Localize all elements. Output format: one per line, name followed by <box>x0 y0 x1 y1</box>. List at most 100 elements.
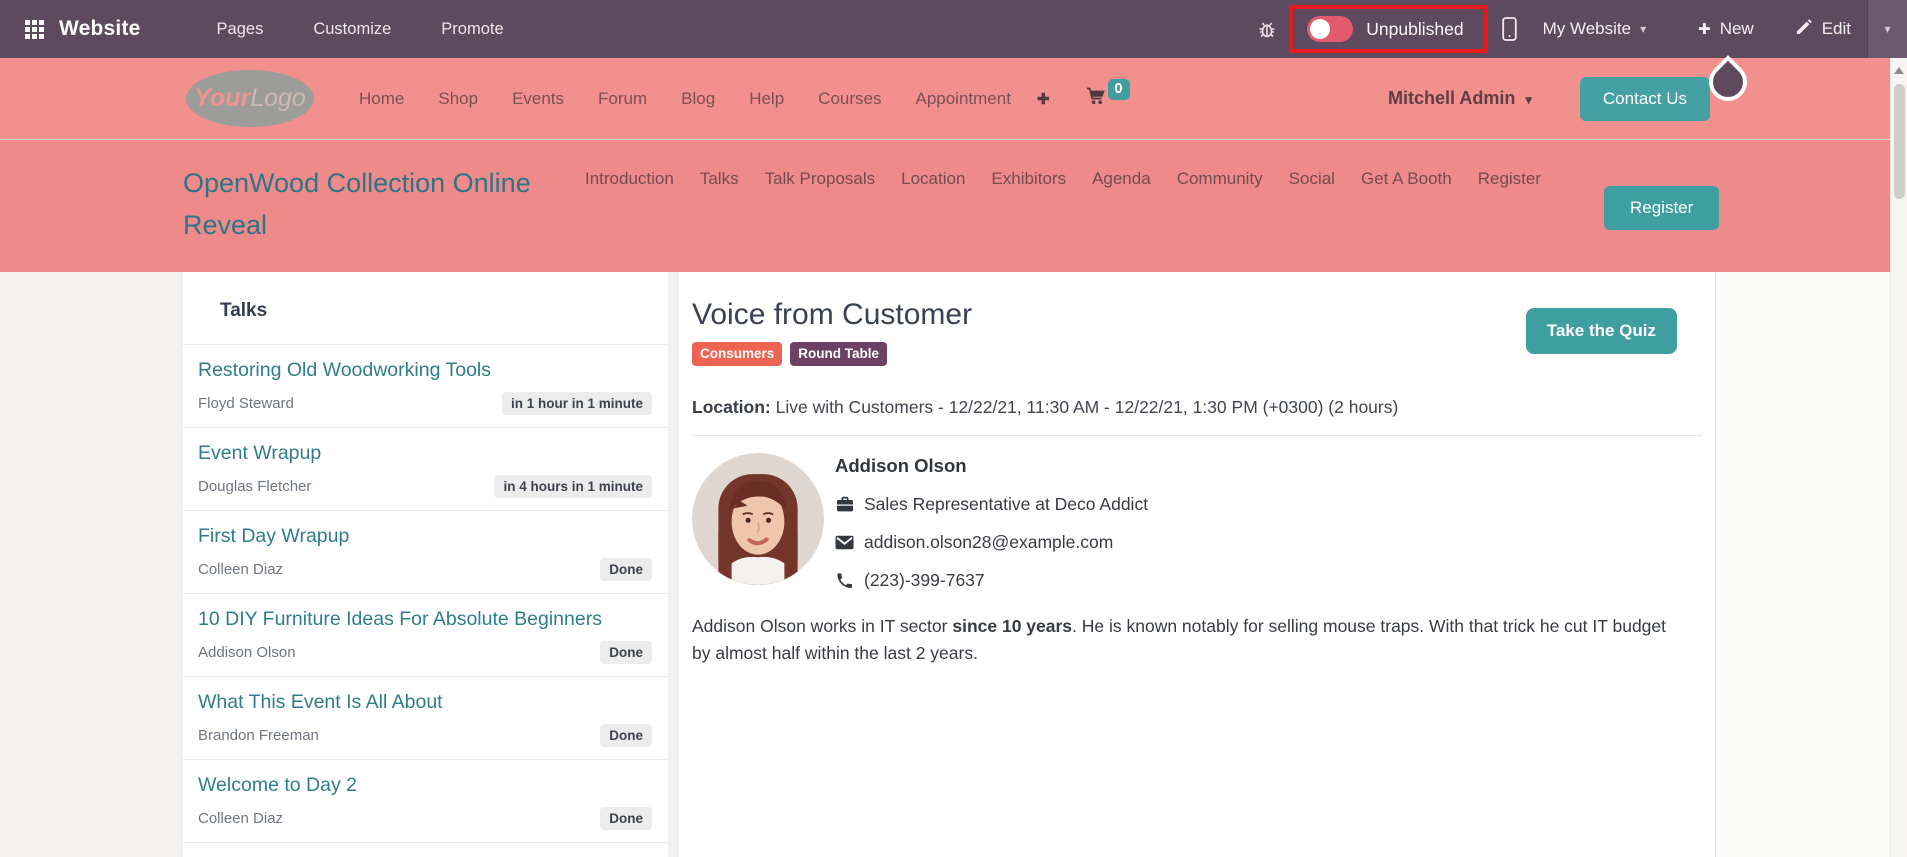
backend-menu: Pages Customize Promote <box>217 20 504 39</box>
talk-list-item[interactable]: Welcome to Day 2 Colleen Diaz Done <box>183 760 668 843</box>
event-header: OpenWood Collection Online Reveal Introd… <box>0 139 1907 272</box>
nav-item-shop[interactable]: Shop <box>438 89 478 109</box>
event-menu-get-a-booth[interactable]: Get A Booth <box>1361 169 1452 189</box>
talk-list-item[interactable]: What This Event Is All About Brandon Fre… <box>183 677 668 760</box>
toolbar-more-dropdown[interactable]: ▾ <box>1867 0 1907 58</box>
apps-grid-icon[interactable] <box>25 19 44 39</box>
event-menu-community[interactable]: Community <box>1177 169 1263 189</box>
take-the-quiz-button[interactable]: Take the Quiz <box>1525 308 1677 354</box>
speaker-job-row: Sales Representative at Deco Addict <box>835 494 1148 515</box>
chevron-down-icon: ▾ <box>1884 22 1891 36</box>
website-navbar: Your Logo Home Shop Events Forum Blog Hel… <box>0 58 1907 139</box>
talk-title-link[interactable]: First Day Wrapup <box>198 524 652 548</box>
talk-title-link[interactable]: Restoring Old Woodworking Tools <box>198 358 652 382</box>
talk-list-item[interactable]: 10 DIY Furniture Ideas For Absolute Begi… <box>183 594 668 677</box>
talks-heading: Talks <box>183 272 668 345</box>
cart-button[interactable]: 0 <box>1086 79 1130 110</box>
publish-status-label: Unpublished <box>1366 18 1464 39</box>
edit-button[interactable]: Edit <box>1796 18 1851 40</box>
speaker-phone-row: (223)-399-7637 <box>835 570 1148 591</box>
speaker-name: Addison Olson <box>835 455 967 476</box>
toggle-knob <box>1310 19 1331 39</box>
event-menu-exhibitors[interactable]: Exhibitors <box>991 169 1066 189</box>
envelope-icon <box>835 535 854 550</box>
cart-icon <box>1086 87 1106 110</box>
backend-toolbar: Website Pages Customize Promote Unpublis… <box>0 0 1907 58</box>
location-value: Live with Customers - 12/22/21, 11:30 AM… <box>770 397 1399 417</box>
event-menu-agenda[interactable]: Agenda <box>1092 169 1151 189</box>
speaker-email-row: addison.olson28@example.com <box>835 532 1148 553</box>
tag-round-table: Round Table <box>790 342 888 366</box>
speaker-avatar <box>692 453 824 585</box>
nav-item-forum[interactable]: Forum <box>598 89 647 109</box>
add-menu-item-icon[interactable]: ✚ <box>1037 90 1050 108</box>
main-menu: Home Shop Events Forum Blog Help Courses… <box>359 89 1011 109</box>
talk-status-badge: Done <box>600 557 652 581</box>
pencil-icon <box>1796 18 1813 40</box>
user-menu[interactable]: Mitchell Admin ▾ <box>1388 88 1532 109</box>
talk-speaker: Douglas Fletcher <box>198 477 312 495</box>
chevron-down-icon: ▾ <box>1640 22 1647 36</box>
talk-speaker: Colleen Diaz <box>198 560 284 578</box>
nav-item-events[interactable]: Events <box>512 89 564 109</box>
location-label: Location: <box>692 397 771 417</box>
event-title-link[interactable]: OpenWood Collection Online Reveal <box>183 162 543 246</box>
nav-item-courses[interactable]: Courses <box>818 89 881 109</box>
menu-customize[interactable]: Customize <box>313 20 391 39</box>
talk-list-item[interactable]: Event Wrapup Douglas Fletcher in 4 hours… <box>183 428 668 511</box>
event-menu-location[interactable]: Location <box>901 169 965 189</box>
logo-text-your: Your <box>194 84 251 112</box>
speaker-job: Sales Representative at Deco Addict <box>864 494 1149 514</box>
event-menu-talks[interactable]: Talks <box>700 169 739 189</box>
event-menu-talk-proposals[interactable]: Talk Proposals <box>765 169 876 189</box>
talk-status-badge: Done <box>600 806 652 830</box>
talk-list-item[interactable]: First Day Wrapup Colleen Diaz Done <box>183 511 668 594</box>
mobile-preview-icon[interactable] <box>1501 17 1517 41</box>
speaker-phone[interactable]: (223)-399-7637 <box>864 570 985 591</box>
nav-item-blog[interactable]: Blog <box>681 89 715 109</box>
cart-count-badge: 0 <box>1107 79 1130 100</box>
chevron-down-icon: ▾ <box>1525 92 1532 107</box>
event-menu-social[interactable]: Social <box>1289 169 1335 189</box>
speaker-bio: Addison Olson works in IT sector since 1… <box>692 616 1667 663</box>
event-menu-register[interactable]: Register <box>1478 169 1541 189</box>
publish-highlight-box: Unpublished <box>1289 5 1488 53</box>
contact-us-button[interactable]: Contact Us <box>1579 76 1710 121</box>
talk-title-link[interactable]: Event Wrapup <box>198 441 652 465</box>
page-scrollbar[interactable] <box>1890 58 1907 857</box>
nav-item-help[interactable]: Help <box>749 89 784 109</box>
website-switcher[interactable]: My Website ▾ <box>1543 19 1647 39</box>
site-logo[interactable]: Your Logo <box>186 70 314 127</box>
talk-speaker: Addison Olson <box>198 643 296 661</box>
menu-promote[interactable]: Promote <box>441 20 503 39</box>
phone-icon <box>835 572 854 589</box>
scrollbar-up-arrow[interactable] <box>1894 67 1904 74</box>
tag-consumers: Consumers <box>692 342 783 366</box>
talk-status-badge: Done <box>600 640 652 664</box>
nav-item-appointment[interactable]: Appointment <box>915 89 1010 109</box>
talk-speaker: Colleen Diaz <box>198 809 284 827</box>
speaker-card: Addison Olson Sales Representative at De… <box>679 436 1715 591</box>
speaker-info: Addison Olson Sales Representative at De… <box>835 453 1148 591</box>
talk-status-badge: in 1 hour in 1 minute <box>501 391 652 415</box>
page-content: Talks Restoring Old Woodworking Tools Fl… <box>0 272 1907 857</box>
talks-sidebar: Talks Restoring Old Woodworking Tools Fl… <box>183 272 668 857</box>
backend-toolbar-right: Unpublished My Website ▾ ✚ New Edit ▾ <box>1257 0 1907 58</box>
scrollbar-thumb[interactable] <box>1894 84 1905 199</box>
plus-icon: ✚ <box>1698 21 1711 38</box>
menu-pages[interactable]: Pages <box>217 20 264 39</box>
nav-item-home[interactable]: Home <box>359 89 404 109</box>
talk-title-link[interactable]: What This Event Is All About <box>198 690 652 714</box>
talk-status-badge: Done <box>600 723 652 747</box>
publish-toggle[interactable] <box>1307 16 1354 42</box>
talk-title-link[interactable]: Welcome to Day 2 <box>198 773 652 797</box>
talk-location: Location: Live with Customers - 12/22/21… <box>692 397 1715 418</box>
speaker-email[interactable]: addison.olson28@example.com <box>864 532 1113 553</box>
talk-list-item[interactable]: Restoring Old Woodworking Tools Floyd St… <box>183 345 668 428</box>
new-button[interactable]: ✚ New <box>1698 19 1754 39</box>
talk-title-link[interactable]: 10 DIY Furniture Ideas For Absolute Begi… <box>198 607 652 631</box>
bug-icon[interactable] <box>1257 19 1277 39</box>
register-button[interactable]: Register <box>1604 186 1720 230</box>
app-title[interactable]: Website <box>59 17 141 41</box>
event-menu-introduction[interactable]: Introduction <box>585 169 674 189</box>
